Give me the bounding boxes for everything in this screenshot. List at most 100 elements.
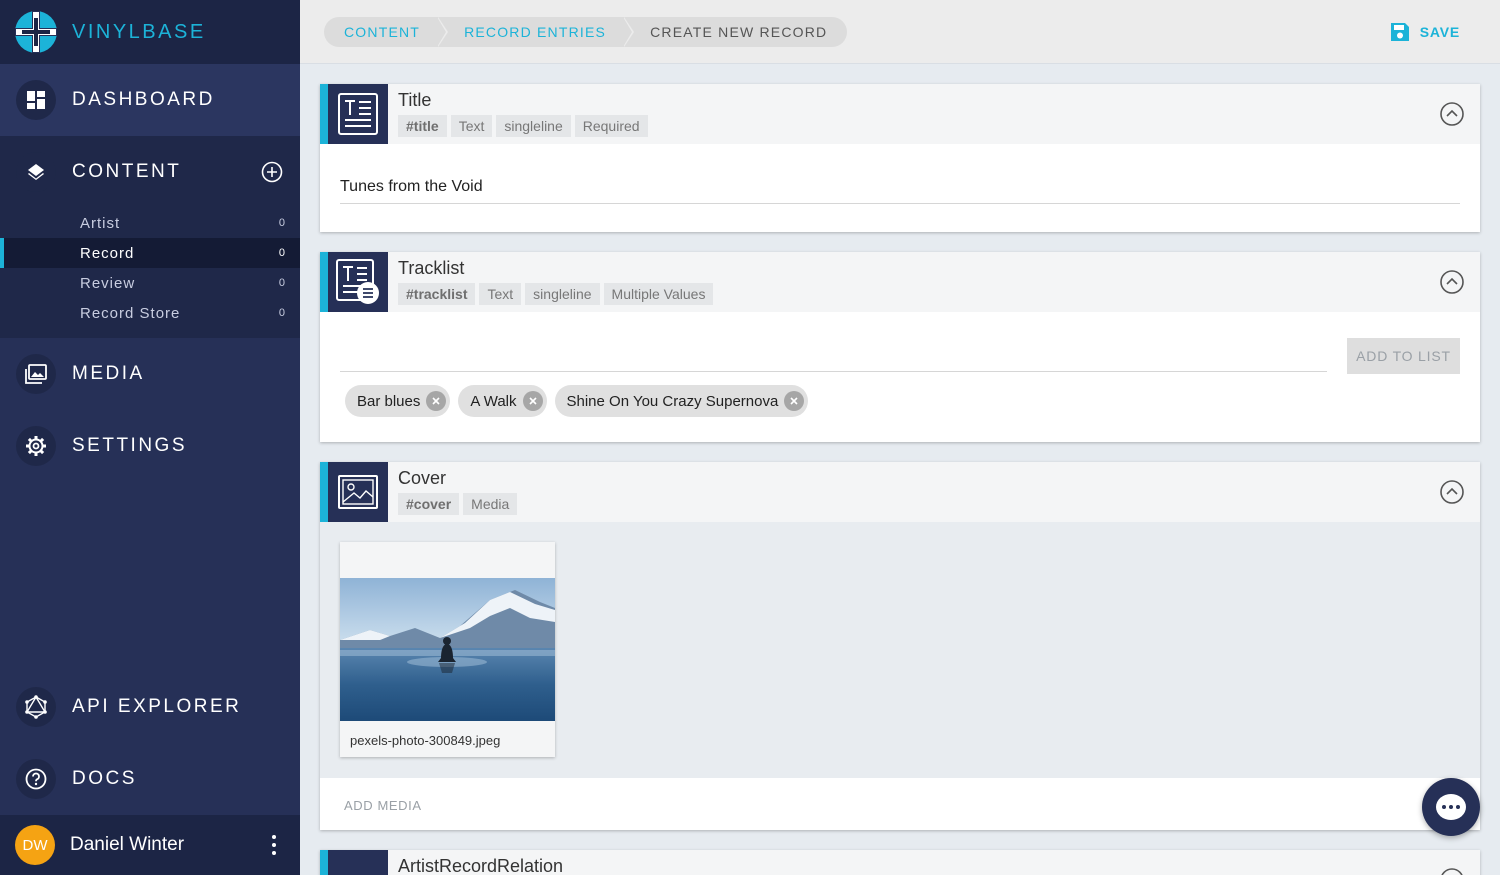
field-multiple-tag: Multiple Values (603, 283, 714, 305)
sidebar-item-record[interactable]: Record 0 (0, 238, 300, 268)
nav-content[interactable]: CONTENT (0, 136, 300, 208)
add-media-button[interactable]: ADD MEDIA (344, 798, 422, 813)
nav-settings-label: SETTINGS (72, 435, 188, 456)
field-header[interactable]: ArtistRecordRelation (320, 850, 1480, 875)
collapse-icon[interactable] (1440, 102, 1464, 126)
field-name: Tracklist (398, 258, 465, 278)
field-required-tag: Required (574, 115, 648, 137)
nav-dashboard-label: DASHBOARD (72, 89, 215, 110)
sidebar-item-artist[interactable]: Artist 0 (0, 208, 300, 238)
content-group: CONTENT Artist 0 Record 0 Review 0 Recor… (0, 136, 300, 338)
more-vert-icon[interactable] (270, 835, 278, 855)
list-item: Bar blues (345, 385, 451, 417)
field-type-tag: Media (463, 493, 518, 515)
chat-button[interactable] (1422, 778, 1480, 836)
nav-api-explorer-label: API EXPLORER (72, 696, 242, 717)
media-file-name: pexels-photo-300849.jpeg (350, 733, 501, 748)
field-card-artist-record-relation: ArtistRecordRelation (320, 850, 1480, 875)
chip-label: Shine On You Crazy Supernova (566, 392, 779, 410)
field-type-tag: Text (450, 115, 493, 137)
field-api-key-tag: #title (398, 115, 447, 137)
add-to-list-button[interactable]: ADD TO LIST (1347, 338, 1460, 374)
field-header[interactable]: Tracklist #tracklist Text singleline Mul… (320, 252, 1480, 312)
nav-content-label: CONTENT (72, 161, 182, 182)
sidebar: VINYLBASE DASHBOARD CONTENT Artist 0 Rec… (0, 0, 300, 875)
media-area: pexels-photo-300849.jpeg (320, 522, 1480, 778)
list-item: A Walk (458, 385, 547, 417)
brand[interactable]: VINYLBASE (0, 0, 300, 64)
nav-api-explorer[interactable]: API EXPLORER (0, 671, 300, 743)
breadcrumb-content[interactable]: CONTENT (324, 17, 449, 47)
topbar: CONTENT RECORD ENTRIES CREATE NEW RECORD… (300, 0, 1500, 64)
relation-field-icon (328, 850, 388, 875)
breadcrumb-label: CONTENT (344, 24, 421, 40)
tracklist-input[interactable] (340, 344, 1327, 372)
nav-dashboard[interactable]: DASHBOARD (0, 64, 300, 136)
text-list-field-icon (328, 252, 388, 312)
tracklist-chips: Bar blues A Walk Shine On You Crazy Supe… (345, 385, 816, 417)
breadcrumb-create-new-record: CREATE NEW RECORD (624, 17, 847, 47)
breadcrumb-label: RECORD ENTRIES (464, 24, 607, 40)
breadcrumb: CONTENT RECORD ENTRIES CREATE NEW RECORD (324, 17, 848, 47)
layers-icon (16, 152, 56, 192)
field-subtype-tag: singleline (525, 283, 600, 305)
field-type-tag: Text (479, 283, 522, 305)
remove-icon[interactable] (522, 391, 543, 411)
sidebar-item-label: Record (80, 244, 135, 262)
collapse-icon[interactable] (1440, 480, 1464, 504)
save-button[interactable]: SAVE (1390, 22, 1460, 42)
image-field-icon (328, 462, 388, 522)
nav-media[interactable]: MEDIA (0, 338, 300, 410)
remove-icon[interactable] (426, 391, 447, 411)
nav-settings[interactable]: SETTINGS (0, 410, 300, 482)
photo-library-icon (16, 354, 56, 394)
remove-icon[interactable] (784, 391, 805, 411)
field-header[interactable]: Cover #cover Media (320, 462, 1480, 522)
chip-label: A Walk (470, 392, 517, 410)
cover-image (340, 578, 555, 721)
breadcrumb-record-entries[interactable]: RECORD ENTRIES (438, 17, 635, 47)
floppy-disk-icon (1390, 23, 1409, 41)
media-thumbnail-card[interactable]: pexels-photo-300849.jpeg (340, 542, 555, 757)
app-name: VINYLBASE (72, 20, 206, 43)
nav-docs[interactable]: DOCS (0, 743, 300, 815)
user-name: Daniel Winter (70, 834, 185, 855)
collapse-icon[interactable] (1440, 868, 1464, 875)
nav-docs-label: DOCS (72, 768, 137, 789)
breadcrumb-label: CREATE NEW RECORD (650, 24, 828, 40)
field-header[interactable]: Title #title Text singleline Required (320, 84, 1480, 144)
field-name: Title (398, 90, 432, 110)
nav-media-label: MEDIA (72, 363, 145, 384)
dashboard-icon (16, 80, 56, 120)
sidebar-item-label: Artist (80, 214, 121, 232)
save-label: SAVE (1419, 24, 1460, 40)
field-card-tracklist: Tracklist #tracklist Text singleline Mul… (320, 252, 1480, 442)
text-field-icon (328, 84, 388, 144)
sidebar-item-count: 0 (278, 217, 286, 229)
field-card-cover: Cover #cover Media pexels-photo-300849.j… (320, 462, 1480, 830)
sidebar-item-review[interactable]: Review 0 (0, 268, 300, 298)
sidebar-item-label: Review (80, 274, 136, 292)
field-card-title: Title #title Text singleline Required Tu… (320, 84, 1480, 232)
field-subtype-tag: singleline (496, 115, 571, 137)
user-bar[interactable]: DW Daniel Winter (0, 815, 300, 875)
add-content-type-icon[interactable] (260, 160, 284, 184)
gear-icon (16, 426, 56, 466)
field-name: ArtistRecordRelation (398, 856, 564, 875)
help-icon (16, 759, 56, 799)
sidebar-item-count: 0 (278, 247, 286, 259)
sidebar-item-record-store[interactable]: Record Store 0 (0, 298, 300, 328)
title-input[interactable]: Tunes from the Void (340, 178, 1460, 204)
field-api-key-tag: #cover (398, 493, 460, 515)
chip-label: Bar blues (357, 392, 421, 410)
collapse-icon[interactable] (1440, 270, 1464, 294)
avatar: DW (15, 825, 55, 865)
main-content: Title #title Text singleline Required Tu… (300, 64, 1500, 875)
field-name: Cover (398, 468, 447, 488)
chat-bubble-icon (1436, 794, 1466, 820)
field-api-key-tag: #tracklist (398, 283, 476, 305)
graphql-icon (16, 687, 56, 727)
sidebar-item-count: 0 (278, 307, 286, 319)
sidebar-item-label: Record Store (80, 304, 181, 322)
list-item: Shine On You Crazy Supernova (554, 385, 809, 417)
